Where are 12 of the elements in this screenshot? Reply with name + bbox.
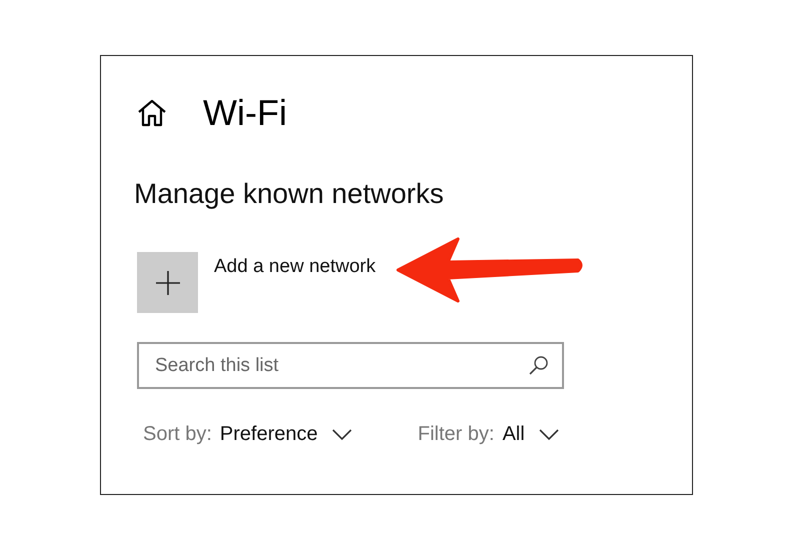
- chevron-down-icon: [332, 428, 352, 440]
- filter-dropdown[interactable]: Filter by: All: [418, 423, 559, 446]
- search-field[interactable]: Search this list: [137, 342, 564, 389]
- section-heading: Manage known networks: [134, 178, 445, 210]
- add-network-link[interactable]: Add a new network: [214, 256, 376, 278]
- page-title: Wi-Fi: [203, 92, 287, 134]
- add-network-button[interactable]: [137, 252, 198, 313]
- search-icon[interactable]: [528, 354, 550, 376]
- sort-dropdown[interactable]: Sort by: Preference: [143, 423, 352, 446]
- plus-icon: [154, 270, 180, 296]
- home-icon[interactable]: [137, 99, 167, 127]
- chevron-down-icon: [538, 428, 559, 440]
